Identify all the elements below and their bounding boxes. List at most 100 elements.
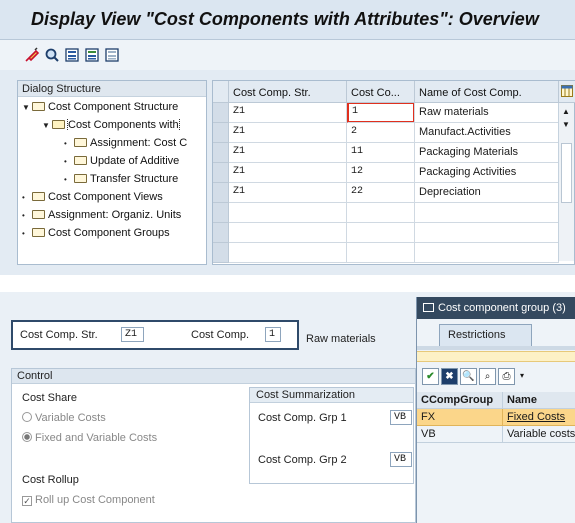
tree-item-label: Cost Component Structure [48,101,179,113]
expand-triangle-icon[interactable]: ▼ [22,103,32,112]
row-selector[interactable] [213,243,229,263]
tree-item-update-of-additive[interactable]: • Update of Additive [64,155,206,167]
row-selector[interactable] [213,123,229,143]
cell-name[interactable]: Packaging Materials [415,143,559,163]
tree-item-cost-components-with[interactable]: ▼ Cost Components with [42,119,206,131]
row-selector[interactable] [213,203,229,223]
grp2-label: Cost Comp. Grp 2 [258,454,347,466]
table-corner [213,81,229,103]
cell-cost-comp-str[interactable]: Z1 [229,143,347,163]
cell-cost-comp[interactable]: 11 [347,143,415,163]
grp2-field[interactable]: VB [390,452,412,467]
table-vertical-scrollbar[interactable]: ▲ ▼ [558,103,574,261]
print-icon[interactable]: ⎙ [498,368,515,385]
dropdown-arrow-icon[interactable]: ▾ [517,368,527,385]
checkbox-label: Roll up Cost Component [35,494,155,506]
row-selector[interactable] [213,223,229,243]
roll-up-checkbox[interactable]: ✓ Roll up Cost Component [22,494,155,506]
tree-item-label: Assignment: Organiz. Units [48,209,182,221]
expand-triangle-icon[interactable]: ▼ [42,121,52,130]
column-header-name[interactable]: Name of Cost Comp. [415,81,559,103]
confirm-icon[interactable]: ✔ [422,368,439,385]
cancel-icon[interactable]: ✖ [441,368,458,385]
cell-cost-comp[interactable] [347,203,415,223]
grp1-label: Cost Comp. Grp 1 [258,412,347,424]
cell-cost-comp-str[interactable]: Z1 [229,123,347,143]
cell-cost-comp[interactable]: 22 [347,183,415,203]
tree-item-transfer-structure[interactable]: • Transfer Structure [64,173,206,185]
scroll-thumb[interactable] [561,143,572,203]
cell-cost-comp-str[interactable] [229,223,347,243]
cell-name[interactable]: Packaging Activities [415,163,559,183]
popup-column-header-name[interactable]: Name [503,392,575,409]
tree-item-cost-component-views[interactable]: • Cost Component Views [22,191,206,203]
tree-item-cost-component-structure[interactable]: ▼ Cost Component Structure [22,101,206,113]
deselect-all-icon[interactable] [104,47,120,63]
bullet-icon: • [64,157,67,166]
cell-name[interactable]: Raw materials [415,103,559,123]
scroll-up-icon[interactable]: ▲ [562,107,570,116]
scroll-down-icon[interactable]: ▼ [562,120,570,129]
column-settings-icon[interactable] [559,81,575,103]
tree-item-assignment-organiz-units[interactable]: • Assignment: Organiz. Units [22,209,206,221]
cell-cost-comp[interactable] [347,243,415,263]
table-row[interactable]: Z1 12 Packaging Activities [213,163,559,183]
grp1-field[interactable]: VB [390,410,412,425]
cell-cost-comp-str[interactable]: Z1 [229,163,347,183]
folder-icon [74,138,87,147]
tree-item-label: Cost Component Groups [48,227,170,239]
column-header-cost-comp-str[interactable]: Cost Comp. Str. [229,81,347,103]
cell-cost-comp[interactable]: 1 [347,103,415,123]
cost-comp-field[interactable]: 1 [265,327,281,342]
tree-item-cost-component-groups[interactable]: • Cost Component Groups [22,227,206,239]
table-row[interactable] [213,243,559,263]
change-display-icon[interactable] [24,47,40,63]
find-icon[interactable]: 🔍 [460,368,477,385]
tab-underline [417,346,575,350]
cell-name[interactable]: Depreciation [415,183,559,203]
find-next-icon[interactable]: ⌕ [479,368,496,385]
cell-name[interactable]: Manufact.Activities [415,123,559,143]
cell-cost-comp-str[interactable] [229,203,347,223]
fixed-variable-costs-radio[interactable]: Fixed and Variable Costs [22,432,157,444]
variable-costs-radio[interactable]: Variable Costs [22,412,106,424]
table-row[interactable]: Z1 11 Packaging Materials [213,143,559,163]
cell-cost-comp[interactable] [347,223,415,243]
cell-cost-comp[interactable]: 12 [347,163,415,183]
column-header-cost-comp[interactable]: Cost Co... [347,81,415,103]
tab-restrictions[interactable]: Restrictions [439,324,532,346]
tree-item-assignment-cost[interactable]: • Assignment: Cost C [64,137,206,149]
table-row[interactable]: Z1 1 Raw materials [213,103,559,123]
row-selector[interactable] [213,183,229,203]
cost-summarization-group: Cost Summarization Cost Comp. Grp 1 VB C… [249,387,414,484]
popup-row-name[interactable]: Variable costs [503,426,575,443]
row-selector[interactable] [213,163,229,183]
radio-label: Fixed and Variable Costs [35,432,158,444]
cell-cost-comp-str[interactable]: Z1 [229,103,347,123]
popup-row-name[interactable]: Fixed Costs [503,409,575,426]
table-row[interactable]: Z1 22 Depreciation [213,183,559,203]
cell-name[interactable] [415,203,559,223]
popup-row-group[interactable]: FX [417,409,503,426]
table-row[interactable] [213,223,559,243]
find-icon[interactable] [44,47,60,63]
key-fields-bar: Cost Comp. Str. Z1 Cost Comp. 1 [11,320,299,350]
folder-icon [32,102,45,111]
table-row[interactable] [213,203,559,223]
select-all-icon[interactable] [64,47,80,63]
select-block-icon[interactable] [84,47,100,63]
popup-column-header-group[interactable]: CCompGroup [417,392,503,409]
row-selector[interactable] [213,143,229,163]
cell-cost-comp[interactable]: 2 [347,123,415,143]
cell-cost-comp-str[interactable] [229,243,347,263]
table-row[interactable]: Z1 2 Manufact.Activities [213,123,559,143]
popup-row-group[interactable]: VB [417,426,503,443]
cell-cost-comp-str[interactable]: Z1 [229,183,347,203]
popup-window-icon [423,303,434,312]
cell-name[interactable] [415,223,559,243]
row-selector[interactable] [213,103,229,123]
cell-name[interactable] [415,243,559,263]
bullet-icon: • [64,175,67,184]
folder-icon [74,174,87,183]
cost-comp-str-field[interactable]: Z1 [121,327,144,342]
